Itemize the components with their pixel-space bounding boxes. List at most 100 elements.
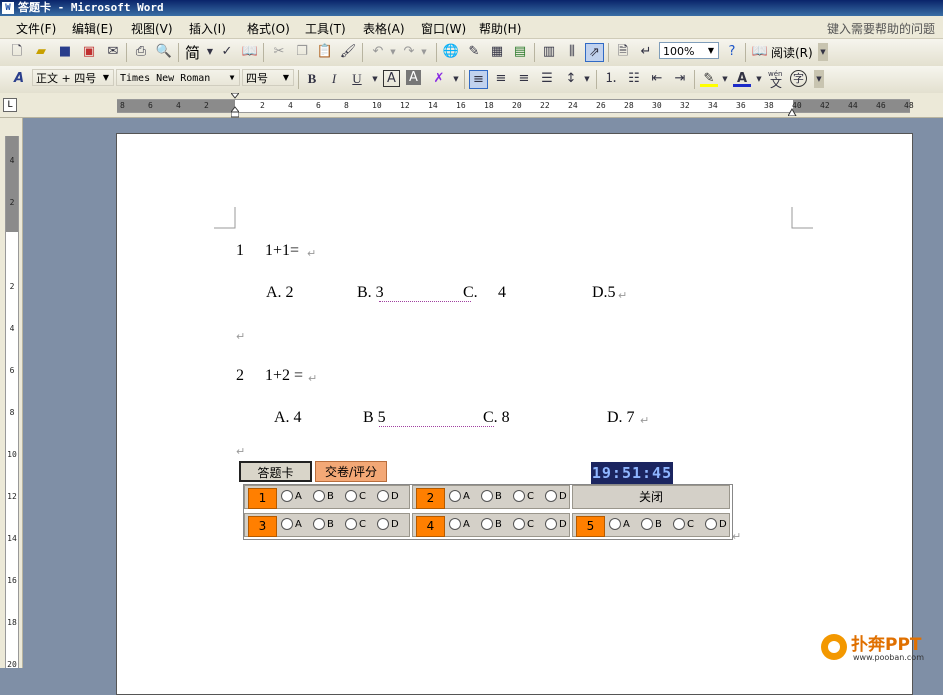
answer-option-a[interactable]: A <box>449 518 470 532</box>
open-folder-icon[interactable]: ▰ <box>32 43 50 61</box>
drawing-icon[interactable]: ⫼ <box>563 43 581 61</box>
enclose-char-icon[interactable]: 字 <box>790 70 807 87</box>
menu-view[interactable]: 视图(V) <box>131 20 173 37</box>
radio-icon[interactable] <box>449 490 461 502</box>
font-color-icon[interactable]: A <box>733 70 751 87</box>
chevron-down-icon[interactable]: ▼ <box>201 43 219 61</box>
align-right-icon[interactable]: ≡ <box>515 70 533 88</box>
char-shading-icon[interactable]: A <box>406 70 421 85</box>
numbering-icon[interactable]: ⒈ <box>602 70 620 88</box>
radio-icon[interactable] <box>281 490 293 502</box>
menu-edit[interactable]: 编辑(E) <box>72 20 113 37</box>
answer-option-a[interactable]: A <box>281 490 302 504</box>
text-effect-dropdown-icon[interactable]: ▼ <box>447 70 465 88</box>
new-document-icon[interactable]: 🗋 <box>8 43 26 61</box>
underline-icon[interactable]: U <box>348 70 366 88</box>
email-icon[interactable]: ✉ <box>104 43 122 61</box>
answer-option-d[interactable]: D <box>545 518 567 532</box>
insert-table-icon[interactable]: ▦ <box>488 43 506 61</box>
columns-icon[interactable]: ▥ <box>540 43 558 61</box>
increase-indent-icon[interactable]: ⇥ <box>671 70 689 88</box>
zoom-select[interactable]: 100% ▼ <box>659 42 719 59</box>
decrease-indent-icon[interactable]: ⇤ <box>648 70 666 88</box>
save-icon[interactable]: ■ <box>56 43 74 61</box>
tab-selector[interactable]: L <box>3 98 17 112</box>
copy-icon[interactable]: ❐ <box>293 43 311 61</box>
radio-icon[interactable] <box>377 518 389 530</box>
menu-file[interactable]: 文件(F) <box>16 20 56 37</box>
print-icon[interactable]: ⎙ <box>132 43 150 61</box>
close-button[interactable]: 关闭 <box>572 485 730 509</box>
highlight-dropdown-icon[interactable]: ▼ <box>716 70 734 88</box>
redo-dropdown-icon[interactable]: ▼ <box>415 43 433 61</box>
radio-icon[interactable] <box>641 518 653 530</box>
answer-option-a[interactable]: A <box>281 518 302 532</box>
radio-icon[interactable] <box>481 518 493 530</box>
answer-option-d[interactable]: D <box>705 518 727 532</box>
align-center-icon[interactable]: ≡ <box>492 70 510 88</box>
radio-icon[interactable] <box>513 490 525 502</box>
tables-borders-icon[interactable]: ✎ <box>465 43 483 61</box>
styles-pane-icon[interactable]: A <box>10 70 28 88</box>
answer-option-a[interactable]: A <box>609 518 630 532</box>
answer-option-d[interactable]: D <box>377 518 399 532</box>
menu-format[interactable]: 格式(O) <box>247 20 290 37</box>
read-button[interactable]: 阅读(R) <box>771 44 813 61</box>
answer-option-b[interactable]: B <box>641 518 662 532</box>
style-select[interactable]: 正文 + 四号 ▼ <box>32 69 114 86</box>
answer-option-b[interactable]: B <box>481 490 502 504</box>
menu-help[interactable]: 帮助(H) <box>479 20 521 37</box>
permission-icon[interactable]: ▣ <box>80 43 98 61</box>
hyperlink-icon[interactable]: 🌐 <box>442 43 460 61</box>
char-border-icon[interactable]: A <box>383 70 400 87</box>
radio-icon[interactable] <box>449 518 461 530</box>
answer-option-c[interactable]: C <box>345 490 366 504</box>
menu-insert[interactable]: 插入(I) <box>189 20 226 37</box>
help-search-input[interactable]: 键入需要帮助的问题 <box>827 20 935 37</box>
bullets-icon[interactable]: ☷ <box>625 70 643 88</box>
answer-option-b[interactable]: B <box>481 518 502 532</box>
font-size-select[interactable]: 四号 ▼ <box>242 69 294 86</box>
answer-option-a[interactable]: A <box>449 490 470 504</box>
toolbar-options-icon[interactable]: ▼ <box>818 43 828 61</box>
font-select[interactable]: Times New Roman ▼ <box>116 69 240 86</box>
distributed-icon[interactable]: ☰ <box>538 70 556 88</box>
line-spacing-dropdown-icon[interactable]: ▼ <box>578 70 596 88</box>
help-icon[interactable]: ? <box>723 43 741 61</box>
answer-option-c[interactable]: C <box>673 518 694 532</box>
radio-icon[interactable] <box>545 490 557 502</box>
answer-option-c[interactable]: C <box>513 490 534 504</box>
indent-marker[interactable] <box>229 92 241 118</box>
format-painter-icon[interactable]: 🖌 <box>339 43 357 61</box>
spelling-icon[interactable]: ✓ <box>218 43 236 61</box>
radio-icon[interactable] <box>545 518 557 530</box>
document-icon[interactable]: 🗎 <box>614 43 632 61</box>
radio-icon[interactable] <box>673 518 685 530</box>
read-icon[interactable]: 📖 <box>751 43 769 61</box>
radio-icon[interactable] <box>481 490 493 502</box>
radio-icon[interactable] <box>513 518 525 530</box>
text-effect-icon[interactable]: ✗ <box>430 70 448 88</box>
submit-grade-button[interactable]: 交卷/评分 <box>315 461 387 482</box>
cut-icon[interactable]: ✂ <box>270 43 288 61</box>
right-indent-marker[interactable] <box>787 105 797 117</box>
radio-icon[interactable] <box>609 518 621 530</box>
phonetic-guide-icon[interactable]: wén 文 <box>767 70 785 90</box>
radio-icon[interactable] <box>705 518 717 530</box>
menu-table[interactable]: 表格(A) <box>363 20 405 37</box>
answer-option-c[interactable]: C <box>345 518 366 532</box>
radio-icon[interactable] <box>377 490 389 502</box>
italic-icon[interactable]: I <box>325 70 343 88</box>
answer-option-d[interactable]: D <box>545 490 567 504</box>
radio-icon[interactable] <box>313 518 325 530</box>
radio-icon[interactable] <box>281 518 293 530</box>
bold-icon[interactable]: B <box>303 70 321 88</box>
answer-card-button[interactable]: 答题卡 <box>239 461 312 482</box>
answer-option-d[interactable]: D <box>377 490 399 504</box>
insert-excel-icon[interactable]: ▤ <box>511 43 529 61</box>
show-hide-icon[interactable]: ↵ <box>637 43 655 61</box>
document-map-icon[interactable]: ⇗ <box>585 43 604 62</box>
answer-option-c[interactable]: C <box>513 518 534 532</box>
answer-option-b[interactable]: B <box>313 518 334 532</box>
answer-option-b[interactable]: B <box>313 490 334 504</box>
